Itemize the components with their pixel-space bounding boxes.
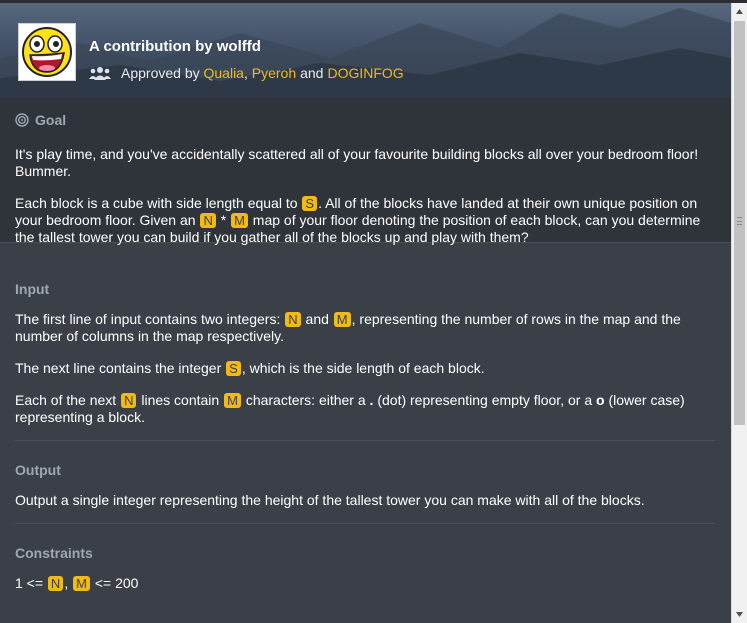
vertical-scrollbar[interactable]: [731, 3, 747, 623]
approver-link-doginfog[interactable]: DOGINFOG: [327, 65, 403, 81]
statement-content: Goal It's play time, and you've accident…: [0, 98, 731, 623]
var-s: S: [226, 361, 241, 376]
details-section: Input The first line of input contains t…: [0, 243, 731, 592]
scroll-down-arrow-icon[interactable]: [732, 606, 747, 623]
input-line-3: Each of the next N lines contain M chara…: [15, 392, 715, 426]
output-text: Output a single integer representing the…: [15, 492, 645, 508]
input-text: (dot) representing empty floor, or a: [377, 392, 593, 408]
approved-and: and: [300, 65, 324, 81]
input-line-1: The first line of input contains two int…: [15, 311, 715, 345]
goal-paragraph-2: Each block is a cube with side length eq…: [15, 195, 715, 246]
var-m: M: [231, 213, 248, 228]
input-text: The next line contains the integer: [15, 360, 222, 376]
constraints-title: Constraints: [15, 545, 93, 561]
awesome-face-icon: [22, 27, 72, 77]
constraints-text: ,: [64, 575, 69, 591]
approver-separator: ,: [243, 65, 248, 81]
users-icon: [89, 67, 111, 80]
author-avatar[interactable]: [18, 23, 76, 81]
scrollbar-thumb[interactable]: [734, 21, 745, 425]
input-title: Input: [15, 281, 50, 297]
approved-line: Approved by Qualia, Pyeroh and DOGINFOG: [89, 65, 404, 81]
goal-text: Each block is a cube with side length eq…: [15, 195, 298, 211]
var-n: N: [285, 312, 301, 327]
target-icon: [15, 113, 29, 127]
goal-section: Goal It's play time, and you've accident…: [0, 98, 731, 245]
scrollbar-grip-icon: [737, 217, 742, 225]
contribution-header: A contribution by wolffd Approved by Qua…: [0, 3, 731, 98]
goal-paragraph-1: It's play time, and you've accidentally …: [15, 146, 699, 179]
var-n: N: [47, 576, 64, 591]
author-heading: A contribution by wolffd: [89, 38, 261, 55]
input-text: and: [305, 311, 329, 327]
var-n: N: [121, 393, 137, 408]
constraints-line: 1 <= N, M <= 200: [15, 575, 715, 592]
scroll-up-arrow-icon[interactable]: [732, 3, 747, 20]
approver-link-qualia[interactable]: Qualia: [204, 65, 244, 81]
var-s: S: [302, 196, 318, 211]
approved-prefix: Approved by: [121, 65, 200, 81]
input-text: Each of the next: [15, 392, 117, 408]
goal-title: Goal: [15, 112, 715, 128]
var-m: M: [224, 393, 241, 408]
input-line-2: The next line contains the integer S, wh…: [15, 360, 715, 377]
constraints-text: <= 200: [94, 575, 139, 591]
var-n: N: [200, 213, 216, 228]
divider: [15, 440, 715, 441]
o-char: o: [596, 392, 605, 408]
goal-title-text: Goal: [35, 112, 67, 128]
input-text: characters: either a: [245, 392, 366, 408]
var-m: M: [73, 576, 90, 591]
input-text: The first line of input contains two int…: [15, 311, 281, 327]
input-text: , which is the side length of each block…: [241, 360, 485, 376]
goal-text: *: [220, 212, 227, 228]
output-title: Output: [15, 462, 61, 478]
input-text: lines contain: [141, 392, 220, 408]
divider: [15, 523, 715, 524]
dot-char: .: [369, 392, 374, 408]
constraints-text: 1 <=: [15, 575, 44, 591]
var-m: M: [333, 312, 351, 327]
approver-link-pyeroh[interactable]: Pyeroh: [252, 65, 296, 81]
